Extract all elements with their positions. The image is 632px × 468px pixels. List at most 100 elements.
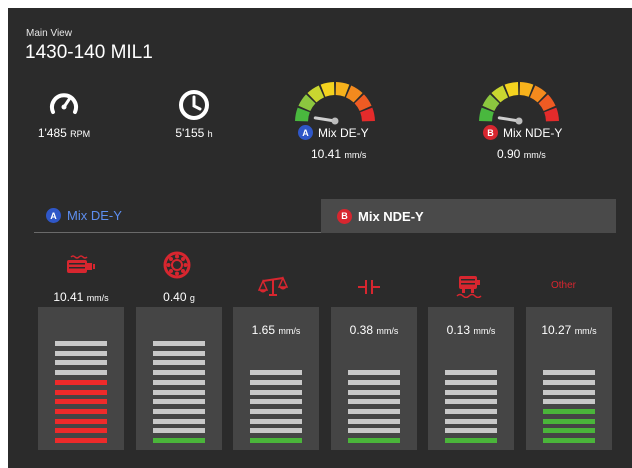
bearing-number: 0.40: [163, 290, 187, 304]
tab-a-label: Mix DE-Y: [67, 208, 122, 223]
badge-b: B: [483, 125, 498, 140]
level-bar: [445, 408, 497, 414]
motor-column[interactable]: [38, 307, 124, 450]
motor-number: 10.41: [53, 290, 84, 304]
level-bar: [543, 438, 595, 443]
level-bar: [153, 360, 205, 366]
level-bar: [250, 438, 302, 443]
level-bar: [153, 379, 205, 385]
gauge-b-unit: mm/s: [523, 150, 546, 160]
motor-icon: [67, 255, 95, 273]
foundation-column[interactable]: 0.13 mm/s: [428, 307, 514, 450]
level-bar: [55, 389, 107, 395]
level-bar: [153, 428, 205, 434]
level-bar: [55, 360, 107, 366]
other-number: 10.27: [541, 323, 572, 337]
bearing-column[interactable]: [136, 307, 222, 450]
level-bar: [250, 399, 302, 405]
level-bar: [348, 389, 400, 395]
level-bar: [250, 428, 302, 434]
other-value: 10.27 mm/s: [526, 323, 612, 337]
level-bar: [250, 370, 302, 376]
rpm-unit: RPM: [70, 129, 91, 139]
level-bar: [543, 408, 595, 414]
tab-mix-de-y[interactable]: A Mix DE-Y: [34, 199, 321, 233]
level-bar: [348, 418, 400, 424]
foundation-icon: [456, 276, 482, 298]
level-bar: [153, 399, 205, 405]
balance-column[interactable]: 1.65 mm/s: [233, 307, 319, 450]
level-bar: [348, 370, 400, 376]
level-bar: [55, 370, 107, 376]
hours-stat: 5'155 h: [158, 126, 230, 140]
foundation-value: 0.13 mm/s: [428, 323, 514, 337]
level-bar: [55, 438, 107, 443]
gauge-a-value: 10.41 mm/s: [311, 147, 366, 161]
alignment-unit: mm/s: [376, 326, 399, 336]
bearing-value: 0.40 g: [136, 290, 222, 304]
alignment-value: 0.38 mm/s: [331, 323, 417, 337]
gauge-a-name: Mix DE-Y: [318, 125, 369, 140]
bearing-icon: [163, 251, 191, 279]
level-bar: [543, 379, 595, 385]
level-bar: [348, 408, 400, 414]
level-bar: [445, 370, 497, 376]
level-bar: [153, 389, 205, 395]
bearing-unit: g: [189, 293, 195, 303]
alignment-column[interactable]: 0.38 mm/s: [331, 307, 417, 450]
alignment-icon: [358, 280, 380, 294]
motor-value: 10.41 mm/s: [38, 290, 124, 304]
gauge-b-needle-hub: [515, 117, 523, 125]
level-bar: [348, 438, 400, 443]
gauge-a-needle-hub: [331, 117, 339, 125]
level-bar: [250, 418, 302, 424]
balance-number: 1.65: [251, 323, 275, 337]
level-bar: [153, 418, 205, 424]
gauge-a-label: A Mix DE-Y: [298, 125, 369, 140]
tab-a-badge: A: [46, 208, 61, 223]
level-bar: [153, 438, 205, 443]
gauge-a-unit: mm/s: [344, 150, 367, 160]
rpm-stat: 1'485 RPM: [28, 126, 100, 140]
view-subtitle: Main View: [26, 28, 72, 39]
level-bar: [250, 408, 302, 414]
gauge-a-number: 10.41: [311, 147, 342, 161]
level-bar: [55, 408, 107, 414]
clock-icon: [179, 90, 209, 120]
level-bar: [55, 399, 107, 405]
level-bar: [348, 428, 400, 434]
hours-unit: h: [207, 129, 213, 139]
foundation-unit: mm/s: [473, 326, 496, 336]
gauge-b-name: Mix NDE-Y: [503, 125, 563, 140]
level-bar: [250, 379, 302, 385]
level-bar: [543, 399, 595, 405]
tab-mix-nde-y[interactable]: B Mix NDE-Y: [321, 199, 616, 233]
alignment-number: 0.38: [349, 323, 373, 337]
badge-a: A: [298, 125, 313, 140]
gauge-b-number: 0.90: [497, 147, 521, 161]
gauge-b-label: B Mix NDE-Y: [483, 125, 562, 140]
level-bar: [348, 379, 400, 385]
level-bar: [55, 418, 107, 424]
gauge-b-value: 0.90 mm/s: [497, 147, 546, 161]
motor-unit: mm/s: [86, 293, 109, 303]
other-column[interactable]: 10.27 mm/s: [526, 307, 612, 450]
level-bar: [55, 428, 107, 434]
speedometer-icon: [50, 93, 78, 114]
tab-b-badge: B: [337, 208, 352, 224]
other-unit: mm/s: [574, 326, 597, 336]
level-bar: [55, 341, 107, 346]
level-bar: [543, 370, 595, 376]
level-bar: [445, 428, 497, 434]
level-bar: [153, 341, 205, 346]
level-bar: [348, 399, 400, 405]
gauge-mix-de-y: [295, 82, 375, 125]
foundation-number: 0.13: [446, 323, 470, 337]
tab-b-label: Mix NDE-Y: [358, 208, 424, 224]
level-bar: [153, 370, 205, 376]
other-label: Other: [551, 280, 577, 291]
level-bar: [153, 408, 205, 414]
level-bar: [445, 399, 497, 405]
level-bar: [445, 389, 497, 395]
level-bar: [445, 418, 497, 424]
